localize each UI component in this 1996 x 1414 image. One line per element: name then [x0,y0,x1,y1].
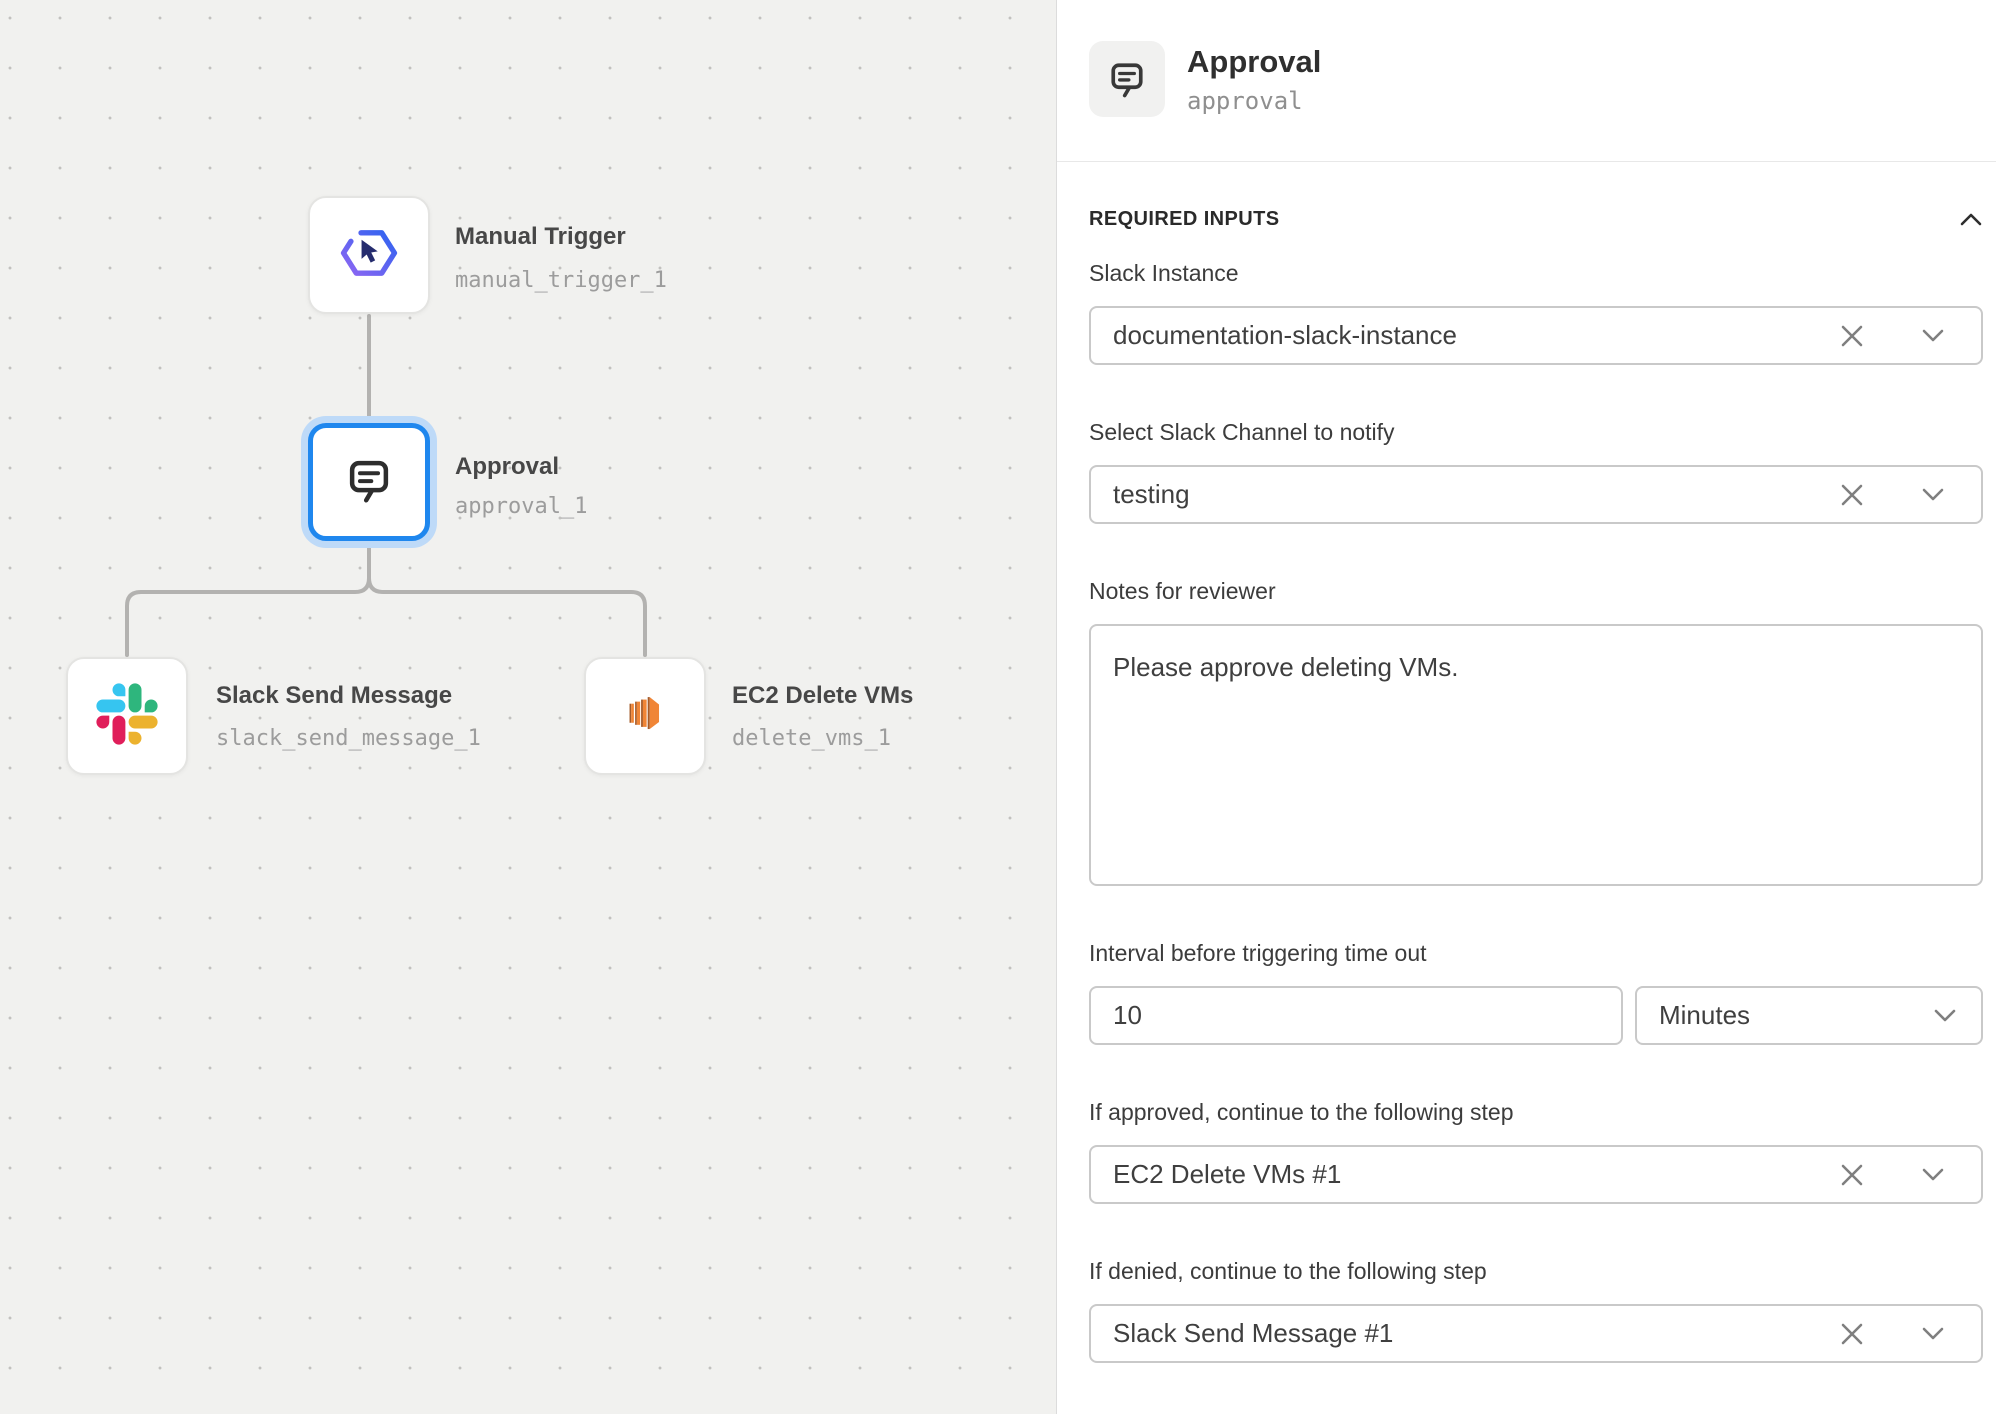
clear-icon[interactable] [1839,482,1865,508]
node-title: EC2 Delete VMs [732,681,913,711]
node-id: delete_vms_1 [732,725,891,753]
manual-trigger-icon [335,219,403,292]
panel-subtitle: approval [1187,87,1321,115]
node-title: Slack Send Message [216,681,452,711]
approval-icon [1089,41,1165,117]
field-label: Select Slack Channel to notify [1089,417,1983,447]
if-denied-step-select[interactable]: Slack Send Message #1 [1089,1304,1983,1363]
clear-icon[interactable] [1839,1162,1865,1188]
field-label: Interval before triggering time out [1089,938,1983,968]
interval-unit-value: Minutes [1637,1000,1933,1031]
node-id: approval_1 [455,493,587,521]
chevron-down-icon[interactable] [1933,1008,1957,1023]
slack-icon [96,683,158,750]
field-label: If approved, continue to the following s… [1089,1097,1983,1127]
panel-body: REQUIRED INPUTS Slack Instance documenta… [1057,162,1996,1363]
node-slack-send-message[interactable] [66,657,188,775]
field-label: Slack Instance [1089,258,1983,288]
node-manual-trigger[interactable] [308,196,430,314]
interval-unit-select[interactable]: Minutes [1635,986,1983,1045]
slack-instance-value: documentation-slack-instance [1091,320,1839,351]
ec2-icon [612,681,678,752]
slack-channel-select[interactable]: testing [1089,465,1983,524]
chevron-down-icon[interactable] [1921,1167,1945,1182]
approval-icon [342,453,396,512]
if-approved-value: EC2 Delete VMs #1 [1091,1159,1839,1190]
node-id: slack_send_message_1 [216,725,481,753]
panel-title: Approval [1187,43,1321,81]
node-id: manual_trigger_1 [455,267,667,295]
field-label: Notes for reviewer [1089,576,1983,606]
workflow-canvas[interactable]: Manual Trigger manual_trigger_1 Approval… [0,0,1056,1414]
notes-textarea[interactable]: Please approve deleting VMs. [1089,624,1983,886]
step-config-panel: Approval approval REQUIRED INPUTS Slack … [1056,0,1996,1414]
node-approval[interactable] [308,423,430,541]
interval-value-input[interactable]: 10 [1089,986,1623,1045]
clear-icon[interactable] [1839,323,1865,349]
edge-approval-to-ec2 [369,544,645,655]
section-title: REQUIRED INPUTS [1089,208,1279,231]
node-ec2-delete-vms[interactable] [584,657,706,775]
field-label: If denied, continue to the following ste… [1089,1256,1983,1286]
if-approved-step-select[interactable]: EC2 Delete VMs #1 [1089,1145,1983,1204]
if-denied-value: Slack Send Message #1 [1091,1318,1839,1349]
required-inputs-section-header[interactable]: REQUIRED INPUTS [1089,204,1983,234]
chevron-down-icon[interactable] [1921,328,1945,343]
chevron-down-icon[interactable] [1921,487,1945,502]
interval-value: 10 [1091,1000,1621,1031]
chevron-down-icon[interactable] [1921,1326,1945,1341]
node-title: Approval [455,452,559,482]
edge-approval-to-slack [127,544,369,655]
panel-header: Approval approval [1057,0,1996,162]
node-title: Manual Trigger [455,222,626,252]
slack-instance-select[interactable]: documentation-slack-instance [1089,306,1983,365]
clear-icon[interactable] [1839,1321,1865,1347]
chevron-up-icon[interactable] [1959,212,1983,227]
slack-channel-value: testing [1091,479,1839,510]
